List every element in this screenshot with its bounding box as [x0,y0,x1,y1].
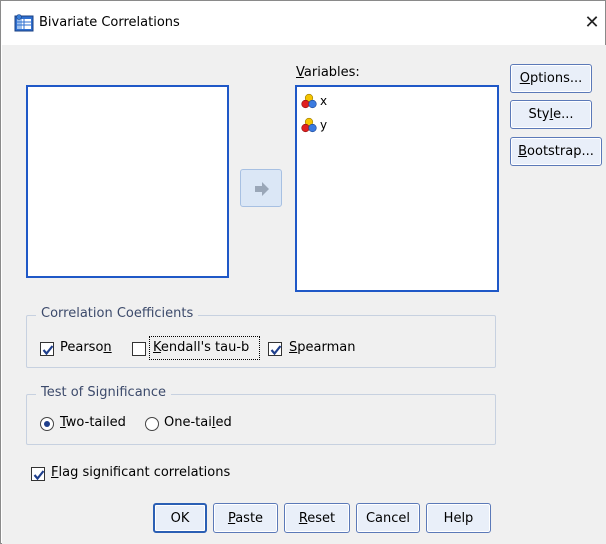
options-button[interactable]: Options... [510,64,592,93]
spearman-label[interactable]: Spearman [289,340,355,355]
help-button[interactable]: Help [426,503,491,533]
checkmark-icon [270,345,282,356]
two-tailed-label[interactable]: Two-tailed [60,415,126,430]
move-to-variables-button[interactable] [240,169,282,207]
flag-significant-checkbox[interactable] [31,467,45,481]
variable-name: x [320,94,328,108]
list-item[interactable]: y [301,116,327,134]
cancel-label: Cancel [365,510,411,526]
dialog-client-area: Variables: x y Options... Style... Boots… [2,45,606,544]
options-label: Options... [519,71,583,86]
window-title: Bivariate Correlations [39,15,180,30]
scale-variable-icon [301,117,317,133]
variables-list[interactable]: x y [295,85,499,292]
bootstrap-button[interactable]: Bootstrap... [510,137,602,166]
close-icon: ✕ [584,12,600,33]
pearson-label[interactable]: Pearson [60,340,112,355]
paste-button[interactable]: Paste [213,503,278,533]
two-tailed-radio[interactable] [40,417,54,431]
cancel-button[interactable]: Cancel [356,503,420,533]
spearman-checkbox[interactable] [268,342,282,356]
paste-label: Paste [227,510,264,526]
flag-significant-label[interactable]: Flag significant correlations [51,465,230,480]
list-item[interactable]: x [301,92,327,110]
kendall-label[interactable]: Kendall's tau-b [153,340,249,355]
bivariate-correlations-dialog: Bivariate Correlations ✕ Variables: x y … [0,0,606,544]
variable-name: y [320,118,328,132]
title-bar[interactable]: Bivariate Correlations ✕ [1,1,605,45]
arrow-right-icon [255,182,269,196]
pearson-checkbox[interactable] [40,342,54,356]
bootstrap-label: Bootstrap... [518,144,594,159]
variables-label: Variables: [296,65,360,80]
one-tailed-label[interactable]: One-tailed [164,415,232,430]
checkmark-icon [33,470,45,481]
ok-button[interactable]: OK [153,503,207,533]
reset-button[interactable]: Reset [284,503,350,533]
kendall-checkbox[interactable] [132,342,146,356]
test-of-significance-title: Test of Significance [36,385,172,400]
spss-dialog-icon [14,14,34,32]
ok-label: OK [170,510,190,526]
close-button[interactable]: ✕ [579,9,605,37]
reset-label: Reset [298,510,336,526]
source-variable-list[interactable] [26,85,229,278]
correlation-coefficients-title: Correlation Coefficients [36,306,199,321]
scale-variable-icon [301,93,317,109]
help-label: Help [443,510,474,526]
style-button[interactable]: Style... [510,100,592,129]
style-label: Style... [528,107,574,122]
checkmark-icon [42,345,54,356]
one-tailed-radio[interactable] [145,417,159,431]
